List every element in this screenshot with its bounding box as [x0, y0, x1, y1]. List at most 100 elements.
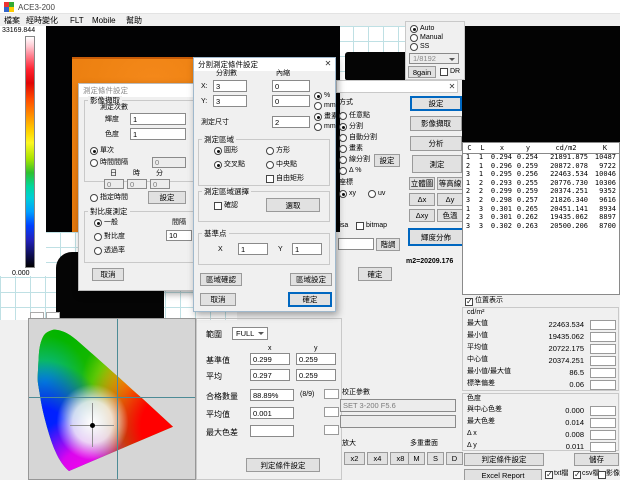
normal-radio[interactable]	[94, 219, 102, 227]
manual-radio[interactable]	[410, 34, 418, 42]
auto-radio[interactable]	[410, 25, 418, 33]
set-button[interactable]: 設定	[410, 96, 462, 111]
mode-autosplit-radio[interactable]	[339, 134, 347, 142]
transmit-radio[interactable]	[94, 247, 102, 255]
delta-xy-button[interactable]: Δxy	[409, 209, 435, 222]
mode-split-radio[interactable]	[339, 123, 347, 131]
size-field[interactable]: 2	[272, 116, 310, 128]
average-y-field[interactable]: 0.259	[296, 369, 336, 381]
ss-radio[interactable]	[410, 43, 418, 51]
split-ok-button[interactable]: 確定	[288, 292, 332, 307]
confirm-checkbox[interactable]	[214, 202, 222, 210]
chroma-count-field[interactable]: 1	[130, 128, 186, 140]
image-capture-button[interactable]: 影像擷取	[410, 116, 462, 131]
region-confirm-button[interactable]: 區域確認	[200, 273, 242, 286]
hour-field[interactable]: 0	[127, 179, 147, 189]
reference-x-field[interactable]: 0.299	[250, 353, 290, 365]
table-row[interactable]: 320.2980.25721826.3409616	[463, 196, 619, 205]
multi-s-button[interactable]: S	[427, 452, 444, 465]
contrast-value-field[interactable]: 10	[166, 230, 192, 241]
menu-help[interactable]: 幫助	[126, 16, 142, 25]
circle-radio[interactable]	[214, 147, 222, 155]
base-y-field[interactable]: 1	[292, 243, 322, 255]
x-division-field[interactable]: 3	[213, 80, 247, 92]
secondary-image-display[interactable]	[462, 26, 620, 142]
pick-button[interactable]: 選取	[266, 198, 320, 212]
menu-file[interactable]: 檔案	[4, 16, 20, 25]
delta-y-button[interactable]: Δy	[437, 193, 463, 206]
table-row[interactable]: 330.3020.26320500.2068700	[463, 222, 619, 231]
luminance-dist-button[interactable]: 輝度分佈	[408, 228, 464, 246]
table-row[interactable]: 110.2940.25421891.87510487	[463, 153, 619, 162]
mode-pixel-radio[interactable]	[339, 145, 347, 153]
csv-checkbox[interactable]	[573, 471, 581, 479]
contrast-radio[interactable]	[94, 233, 102, 241]
day-field[interactable]: 0	[104, 179, 124, 189]
split-cancel-button[interactable]: 取消	[200, 293, 236, 306]
table-row[interactable]: 120.2930.25520776.73010306	[463, 179, 619, 188]
specified-time-set-button[interactable]: 設定	[148, 191, 186, 204]
region-set-button[interactable]: 區域設定	[290, 273, 332, 286]
interval-radio[interactable]	[90, 159, 98, 167]
menu-flt[interactable]: FLT	[70, 16, 84, 25]
position-display-checkbox[interactable]	[465, 298, 473, 306]
reference-y-field[interactable]: 0.259	[296, 353, 336, 365]
condition-cancel-button[interactable]: 取消	[92, 268, 124, 281]
base-x-field[interactable]: 1	[238, 243, 268, 255]
mode-panel-close-icon[interactable]: ✕	[447, 82, 457, 92]
size-mm-radio[interactable]	[314, 123, 322, 131]
single-shot-radio[interactable]	[90, 147, 98, 155]
range-judge-condition-button[interactable]: 判定條件設定	[246, 458, 320, 472]
coord-xy-radio[interactable]	[339, 190, 347, 198]
table-row[interactable]: 230.3010.26219435.0628897	[463, 213, 619, 222]
judge-condition-button[interactable]: 判定條件設定	[464, 453, 544, 466]
txt-checkbox[interactable]	[545, 471, 553, 479]
color-temp-button[interactable]: 色溫	[437, 209, 463, 222]
measure-button[interactable]: 測定	[412, 155, 462, 173]
excel-report-button[interactable]: Excel Report	[464, 469, 542, 480]
multi-d-button[interactable]: D	[446, 452, 463, 465]
free-rect-checkbox[interactable]	[266, 175, 274, 183]
mode-ok-button[interactable]: 確定	[358, 267, 392, 281]
mode-delta-radio[interactable]	[339, 167, 347, 175]
inset-mm-radio[interactable]	[314, 102, 322, 110]
save-button[interactable]: 儲存	[574, 453, 619, 466]
table-row[interactable]: 310.2950.25622463.53410046	[463, 170, 619, 179]
minute-field[interactable]: 0	[150, 179, 170, 189]
square-radio[interactable]	[266, 147, 274, 155]
three-d-button[interactable]: 立體圖	[409, 177, 435, 190]
y-inset-field[interactable]: 0	[272, 95, 310, 107]
range-dropdown[interactable]: FULL	[232, 327, 268, 340]
menu-timelapse[interactable]: 經時變化	[26, 16, 58, 25]
delta-x-button[interactable]: Δx	[409, 193, 435, 206]
multi-m-button[interactable]: M	[408, 452, 425, 465]
average-x-field[interactable]: 0.297	[250, 369, 290, 381]
zoom-x2-button[interactable]: x2	[344, 452, 365, 465]
mode-set-button[interactable]: 設定	[374, 154, 400, 167]
dr-checkbox[interactable]	[440, 68, 448, 76]
contour-button[interactable]: 等高線	[437, 177, 463, 190]
analyze-button[interactable]: 分析	[410, 136, 462, 151]
table-row[interactable]: 210.2960.25920872.0789722	[463, 162, 619, 171]
center-point-radio[interactable]	[266, 161, 274, 169]
bitmap-checkbox[interactable]	[356, 222, 364, 230]
table-row[interactable]: 130.3010.26520451.1418934	[463, 205, 619, 214]
menu-mobile[interactable]: Mobile	[92, 16, 116, 25]
luminance-count-field[interactable]: 1	[130, 113, 186, 125]
coord-uv-radio[interactable]	[368, 190, 376, 198]
specified-time-radio[interactable]	[90, 194, 98, 202]
gradation-button[interactable]: 階調	[376, 238, 400, 251]
size-pixel-radio[interactable]	[314, 113, 322, 121]
interval-field[interactable]: 0	[152, 157, 186, 168]
table-row[interactable]: 220.2990.25920374.2519352	[463, 187, 619, 196]
cross-point-radio[interactable]	[214, 161, 222, 169]
inset-percent-radio[interactable]	[314, 92, 322, 100]
gain-button[interactable]: 8gain	[408, 66, 436, 78]
y-division-field[interactable]: 3	[213, 95, 247, 107]
x-inset-field[interactable]: 0	[272, 80, 310, 92]
mode-linesplit-radio[interactable]	[339, 156, 347, 164]
split-dialog-close-icon[interactable]: ✕	[323, 59, 333, 69]
image-file-checkbox[interactable]	[598, 471, 606, 479]
mode-any-point-radio[interactable]	[339, 112, 347, 120]
shutter-dropdown[interactable]: 1/8192	[409, 53, 459, 64]
